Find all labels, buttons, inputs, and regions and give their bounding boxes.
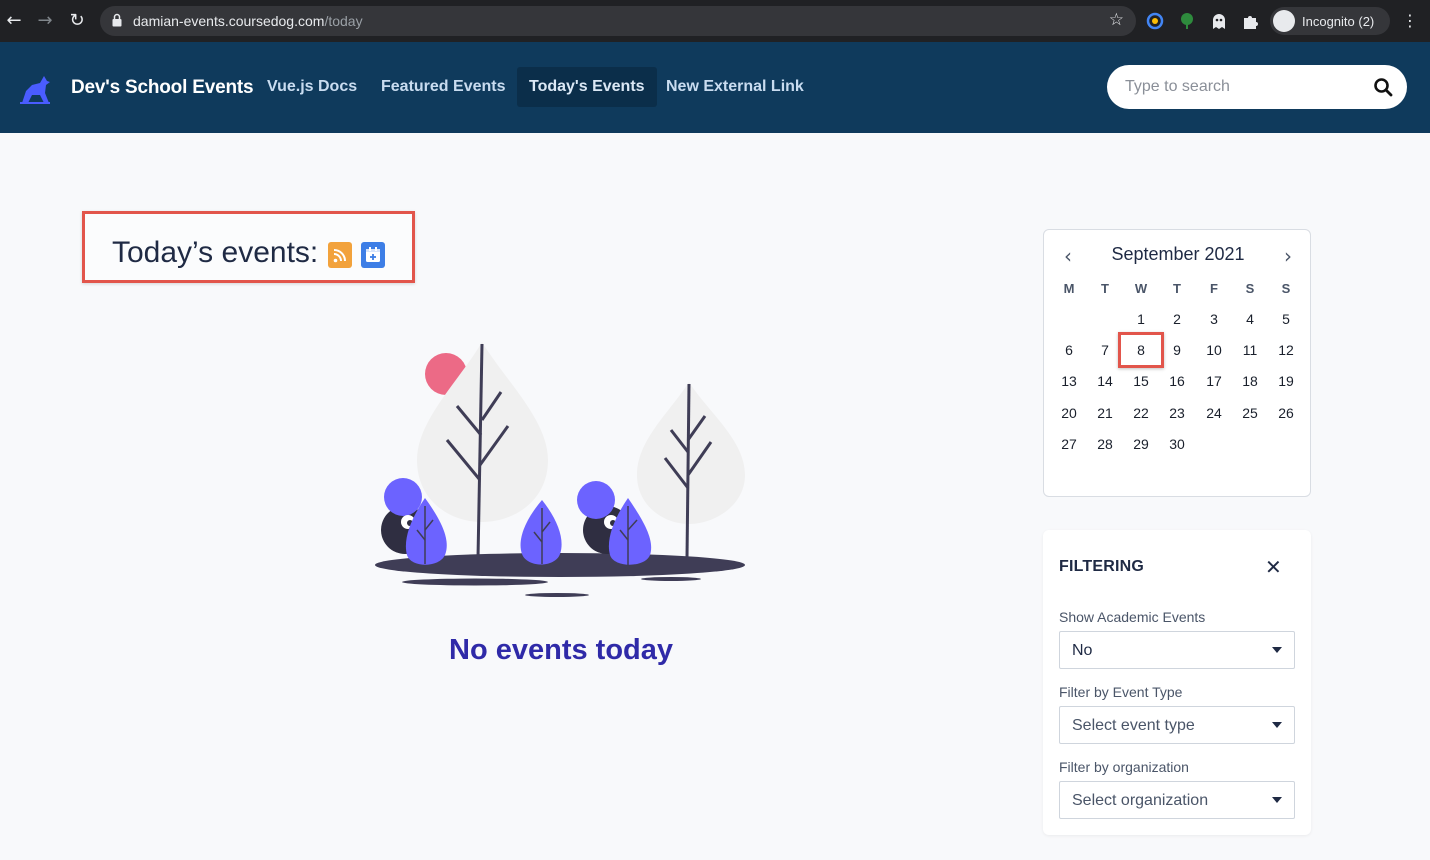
weekday-header: T	[1101, 281, 1109, 296]
site-header: Dev's School Events Vue.js Docs Featured…	[0, 42, 1430, 133]
calendar-day[interactable]: 2	[1160, 307, 1194, 331]
calendar-day[interactable]: 21	[1088, 401, 1122, 425]
bookmark-star-icon[interactable]: ☆	[1109, 10, 1124, 30]
rss-icon	[333, 249, 346, 263]
chevron-down-icon	[1272, 722, 1282, 728]
nav-vuejs-docs[interactable]: Vue.js Docs	[255, 67, 369, 107]
search-icon[interactable]	[1373, 77, 1393, 97]
academic-events-label: Show Academic Events	[1059, 609, 1206, 625]
profile-button[interactable]: Incognito (2)	[1270, 7, 1390, 35]
academic-events-select[interactable]: No	[1059, 631, 1295, 669]
calendar-day[interactable]: 6	[1052, 338, 1086, 362]
calendar-day[interactable]: 10	[1197, 338, 1231, 362]
empty-state-message: No events today	[449, 634, 673, 666]
brand-name[interactable]: Dev's School Events	[71, 77, 254, 99]
weekday-header: W	[1134, 281, 1148, 296]
weekday-header: T	[1173, 281, 1181, 296]
rss-feed-button[interactable]	[328, 242, 352, 268]
calendar-day[interactable]: 20	[1052, 401, 1086, 425]
profile-label: Incognito (2)	[1302, 14, 1375, 29]
extensions-puzzle-icon[interactable]	[1241, 11, 1261, 31]
calendar-day[interactable]: 23	[1160, 401, 1194, 425]
incognito-icon	[1273, 10, 1295, 32]
close-icon[interactable]: ✕	[1265, 555, 1282, 579]
nav-featured-events[interactable]: Featured Events	[369, 67, 517, 107]
logo-icon[interactable]	[18, 73, 52, 105]
back-icon[interactable]: ←	[2, 9, 26, 33]
calendar-day[interactable]: 7	[1088, 338, 1122, 362]
browser-toolbar: ← → ↻ damian-events.coursedog.com/today …	[0, 0, 1430, 42]
calendar-day[interactable]: 1	[1124, 307, 1158, 331]
weekday-header: M	[1063, 281, 1075, 296]
month-calendar: ‹ September 2021 › M T W T F S S 1 2 3 4 5 6 7 8 9 10 11 1…	[1043, 229, 1311, 497]
calendar-day[interactable]: 24	[1197, 401, 1231, 425]
calendar-month-title: September 2021	[1111, 244, 1245, 264]
calendar-day[interactable]: 16	[1160, 369, 1194, 393]
calendar-day[interactable]: 26	[1269, 401, 1303, 425]
page-heading-box: Today’s events:	[82, 211, 415, 283]
organization-label: Filter by organization	[1059, 759, 1189, 775]
event-type-label: Filter by Event Type	[1059, 684, 1183, 700]
calendar-day[interactable]: 27	[1052, 432, 1086, 456]
event-type-placeholder: Select event type	[1072, 717, 1195, 734]
calendar-day[interactable]: 29	[1124, 432, 1158, 456]
calendar-day[interactable]: 5	[1269, 307, 1303, 331]
calendar-day[interactable]: 19	[1269, 369, 1303, 393]
url-text: damian-events.coursedog.com/today	[133, 13, 363, 29]
browser-menu-icon[interactable]: ⋮	[1402, 11, 1418, 30]
calendar-day[interactable]: 11	[1233, 338, 1267, 362]
organization-placeholder: Select organization	[1072, 792, 1209, 809]
weekday-header: S	[1281, 281, 1291, 296]
address-bar[interactable]: damian-events.coursedog.com/today ☆	[100, 6, 1136, 36]
calendar-day[interactable]: 30	[1160, 432, 1194, 456]
chevron-down-icon	[1272, 647, 1282, 653]
calendar-day[interactable]: 12	[1269, 338, 1303, 362]
event-type-select[interactable]: Select event type	[1059, 706, 1295, 744]
nav-todays-events[interactable]: Today's Events	[517, 67, 657, 107]
filtering-panel: FILTERING ✕ Show Academic Events No Filt…	[1043, 530, 1311, 835]
page-title: Today’s events:	[112, 236, 319, 269]
next-month-icon[interactable]: ›	[1278, 246, 1298, 266]
weekday-header: F	[1210, 281, 1218, 296]
search-placeholder: Type to search	[1125, 78, 1230, 95]
calendar-day[interactable]: 17	[1197, 369, 1231, 393]
calendar-day-today[interactable]: 8	[1118, 332, 1164, 368]
search-input[interactable]: Type to search	[1107, 65, 1407, 109]
nav-new-external-link[interactable]: New External Link	[654, 67, 816, 107]
calendar-day[interactable]: 14	[1088, 369, 1122, 393]
no-events-illustration	[375, 342, 745, 597]
extension-ghost-icon[interactable]	[1209, 11, 1229, 31]
calendar-day[interactable]: 28	[1088, 432, 1122, 456]
chevron-down-icon	[1272, 797, 1282, 803]
filtering-title: FILTERING	[1059, 558, 1145, 575]
calendar-day[interactable]: 9	[1160, 338, 1194, 362]
calendar-day[interactable]: 4	[1233, 307, 1267, 331]
organization-select[interactable]: Select organization	[1059, 781, 1295, 819]
extension-lens-icon[interactable]	[1145, 11, 1165, 31]
calendar-day[interactable]: 18	[1233, 369, 1267, 393]
calendar-day[interactable]: 15	[1124, 369, 1158, 393]
weekday-header: S	[1245, 281, 1255, 296]
calendar-plus-icon	[366, 247, 380, 262]
academic-events-value: No	[1072, 642, 1093, 659]
calendar-day[interactable]: 22	[1124, 401, 1158, 425]
forward-icon[interactable]: →	[33, 9, 57, 33]
extension-tree-icon[interactable]	[1177, 11, 1197, 31]
calendar-day[interactable]: 13	[1052, 369, 1086, 393]
lock-icon	[112, 13, 122, 27]
add-to-calendar-button[interactable]	[361, 242, 385, 268]
calendar-day[interactable]: 25	[1233, 401, 1267, 425]
reload-icon[interactable]: ↻	[65, 9, 89, 33]
calendar-day[interactable]: 3	[1197, 307, 1231, 331]
